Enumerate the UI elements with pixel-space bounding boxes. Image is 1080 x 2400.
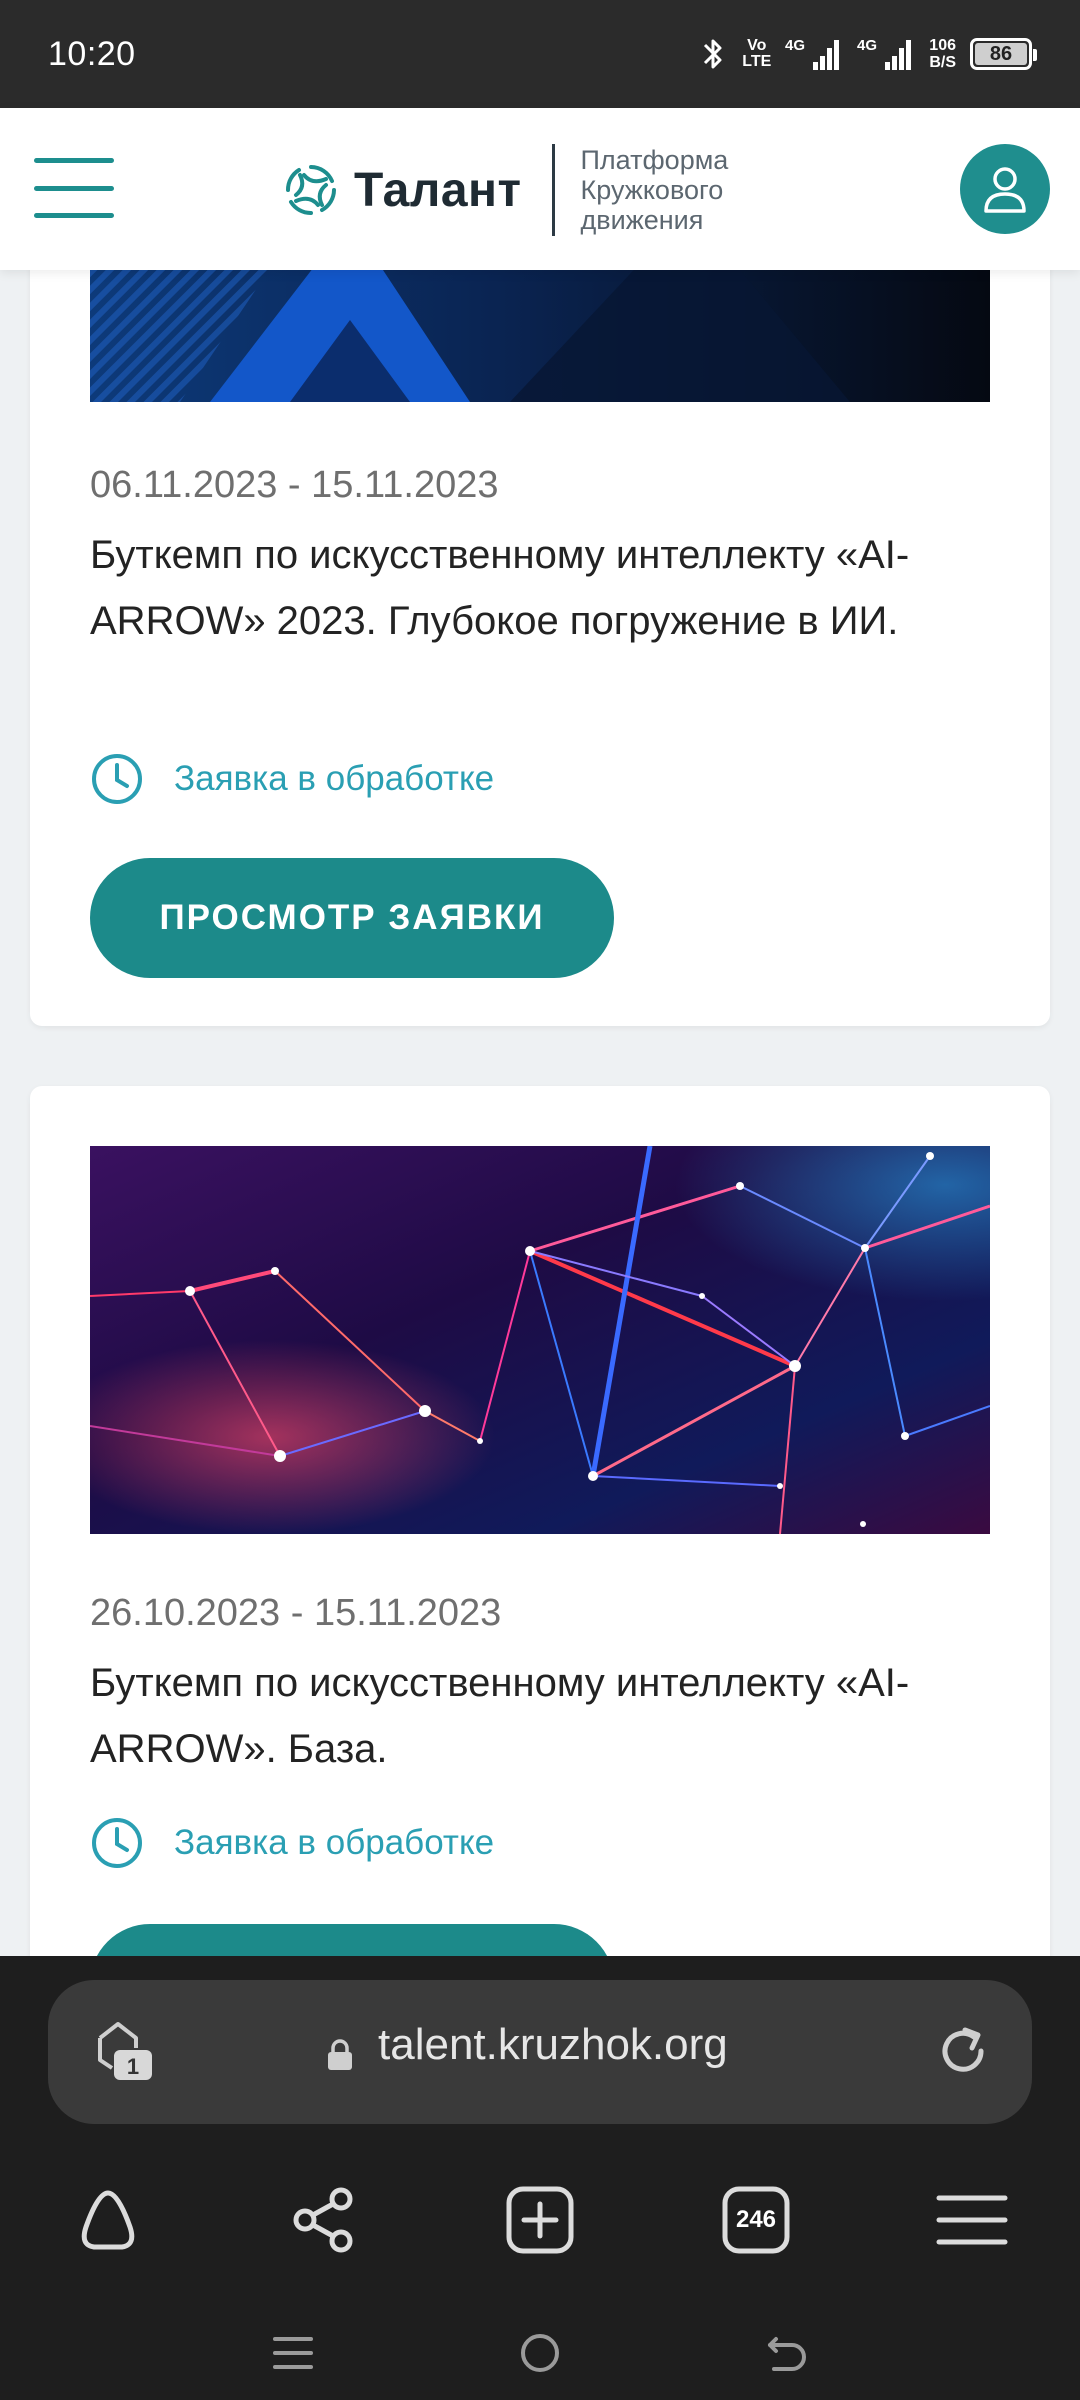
incognito-tabs-icon[interactable]: 1 (92, 2018, 160, 2086)
brand-tagline: Платформа Кружкового движения (581, 145, 729, 235)
view-application-button[interactable]: ПРОСМОТР ЗАЯВКИ (90, 858, 614, 978)
event-card: 26.10.2023 - 15.11.2023 Буткемп по искус… (30, 1086, 1050, 1986)
back-icon (767, 2337, 806, 2371)
browser-toolbar: 246 (0, 2160, 1080, 2280)
menu-line (34, 213, 114, 218)
address-bar[interactable]: 1 talent.kruzhok.org (48, 1980, 1032, 2124)
status-time: 10:20 (48, 34, 136, 73)
share-button[interactable] (282, 2178, 366, 2262)
bluetooth-icon (704, 39, 722, 69)
event-date: 06.11.2023 - 15.11.2023 (90, 464, 499, 506)
brand[interactable]: Талант Платформа Кружкового движения (282, 144, 728, 236)
volte-indicator: Vo LTE (742, 37, 772, 70)
event-date: 26.10.2023 - 15.11.2023 (90, 1592, 502, 1634)
battery-level: 86 (975, 43, 1027, 65)
event-title: Буткемп по искусственному интеллекту «AI… (90, 1661, 910, 1771)
share-icon (293, 2187, 353, 2253)
app-header: Талант Платформа Кружкового движения (0, 108, 1080, 270)
svg-text:4G: 4G (857, 37, 877, 54)
browser-menu-button[interactable] (930, 2178, 1014, 2262)
status-icons: Vo LTE 4G 4G 106 B/S 86 (698, 34, 1037, 74)
network-speed: 106 B/S (929, 37, 956, 71)
home-icon (81, 2190, 135, 2250)
lock-icon (328, 2039, 352, 2070)
profile-button[interactable] (960, 144, 1050, 234)
home-system-button[interactable] (510, 2323, 570, 2383)
event-image (90, 1146, 990, 1534)
add-tab-icon (506, 2186, 574, 2254)
back-button[interactable] (757, 2323, 817, 2383)
tagline-line: движения (580, 205, 704, 235)
tabs-button[interactable]: 246 (714, 2178, 798, 2262)
menu-button[interactable] (34, 158, 114, 218)
new-tab-button[interactable] (498, 2178, 582, 2262)
tagline-line: Кружкового (580, 175, 724, 205)
talent-logo-icon (285, 165, 336, 216)
battery-icon: 86 (970, 38, 1037, 70)
status-text: Заявка в обработке (174, 759, 495, 798)
signal-icon-2: 4G (857, 37, 912, 70)
user-icon (984, 167, 1026, 213)
url-text[interactable]: talent.kruzhok.org (378, 2020, 728, 2070)
application-status: Заявка в обработке (90, 1816, 494, 1870)
tagline-line: Платформа (580, 145, 729, 175)
application-status: Заявка в обработке (90, 752, 494, 806)
event-card: 06.11.2023 - 15.11.2023 Буткемп по искус… (30, 150, 1050, 1026)
recents-icon (273, 2337, 314, 2369)
menu-line (34, 158, 114, 163)
status-bar: 10:20 Vo LTE 4G 4G 106 B/S 86 (0, 0, 1080, 108)
recent-apps-button[interactable] (263, 2323, 323, 2383)
status-text: Заявка в обработке (174, 1823, 495, 1862)
brand-name: Талант (354, 163, 522, 217)
svg-text:4G: 4G (785, 37, 805, 54)
menu-icon (936, 2195, 1008, 2245)
home-button[interactable] (66, 2178, 150, 2262)
browser-chrome: 1 talent.kruzhok.org 246 (0, 1956, 1080, 2400)
event-title: Буткемп по искусственному интеллекту «AI… (90, 533, 910, 643)
clock-icon (92, 1818, 142, 1868)
clock-icon (92, 754, 142, 804)
system-navigation (0, 2306, 1080, 2400)
menu-line (34, 185, 114, 191)
signal-icon-1: 4G (785, 37, 840, 70)
tab-count-badge: 1 (127, 2054, 139, 2079)
brand-divider (551, 144, 555, 236)
home-circle-icon (520, 2334, 559, 2372)
reload-icon[interactable] (934, 2022, 992, 2080)
screen: 10:20 Vo LTE 4G 4G 106 B/S 86 06.11.2023… (0, 0, 1080, 2400)
tabs-count: 246 (735, 2206, 777, 2233)
